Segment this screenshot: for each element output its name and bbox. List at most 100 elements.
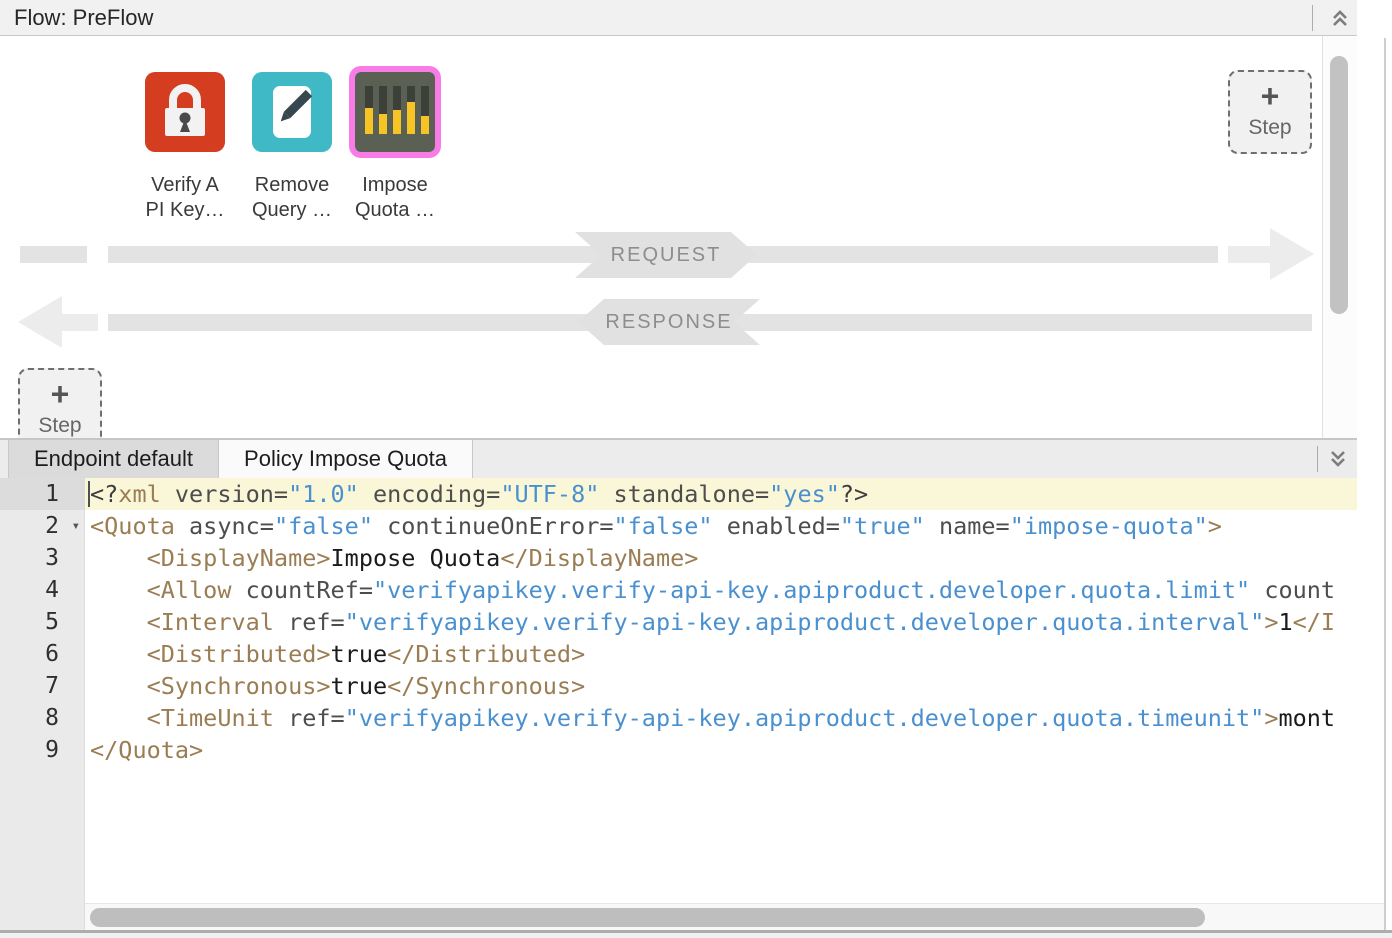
collapse-flow-panel-button[interactable]: [1328, 6, 1352, 30]
response-arrow-stem: [62, 314, 98, 331]
add-step-label: Step: [38, 414, 81, 438]
code-line[interactable]: 9</Quota>: [0, 734, 1357, 766]
quota-bars-icon: [355, 72, 435, 152]
add-step-label: Step: [1248, 116, 1291, 140]
code-line[interactable]: 8 <TimeUnit ref="verifyapikey.verify-api…: [0, 702, 1357, 734]
code-token: [90, 672, 147, 700]
code-line-content[interactable]: <TimeUnit ref="verifyapikey.verify-api-k…: [85, 702, 1357, 734]
code-token: <Synchronous>: [147, 672, 331, 700]
bottom-margin: [0, 933, 1392, 938]
code-token: count: [1250, 576, 1335, 604]
response-badge: RESPONSE: [578, 299, 760, 345]
policy-label-line: Query …: [252, 198, 332, 223]
code-token: <TimeUnit: [147, 704, 274, 732]
code-token: "verifyapikey.verify-api-key.apiproduct.…: [345, 608, 1265, 636]
code-token: countRef=: [231, 576, 372, 604]
tab-endpoint-default[interactable]: Endpoint default: [8, 440, 219, 478]
code-token: 1: [1278, 608, 1292, 636]
code-line[interactable]: 4 <Allow countRef="verifyapikey.verify-a…: [0, 574, 1357, 606]
code-line-content[interactable]: <Quota async="false" continueOnError="fa…: [85, 510, 1357, 542]
code-line-content[interactable]: <Allow countRef="verifyapikey.verify-api…: [85, 574, 1357, 606]
fold-toggle-icon[interactable]: ▾: [72, 510, 80, 542]
code-token: >: [1264, 704, 1278, 732]
chevrons-down-icon: [1326, 458, 1350, 475]
code-line[interactable]: 1<?xml version="1.0" encoding="UTF-8" st…: [0, 478, 1357, 510]
code-line[interactable]: 7 <Synchronous>true</Synchronous>: [0, 670, 1357, 702]
request-arrow-right-icon: [1270, 228, 1314, 280]
code-token: "yes": [769, 480, 840, 508]
code-token: standalone=: [599, 480, 769, 508]
editor-horizontal-scrollbar[interactable]: [85, 903, 1384, 930]
add-step-response-button[interactable]: + Step: [18, 368, 102, 440]
code-line-content[interactable]: <DisplayName>Impose Quota</DisplayName>: [85, 542, 1357, 574]
collapse-editor-panel-button[interactable]: [1326, 447, 1350, 471]
header-divider: [1312, 5, 1313, 31]
code-line[interactable]: 2▾<Quota async="false" continueOnError="…: [0, 510, 1357, 542]
flow-vertical-scrollbar[interactable]: [1322, 36, 1357, 440]
code-line[interactable]: 3 <DisplayName>Impose Quota</DisplayName…: [0, 542, 1357, 574]
policy-label: Remove Query …: [252, 173, 332, 223]
tab-bar-divider: [1317, 446, 1318, 472]
code-token: </Synchronous>: [387, 672, 585, 700]
code-line[interactable]: 6 <Distributed>true</Distributed>: [0, 638, 1357, 670]
policy-remove-query[interactable]: Remove Query …: [232, 72, 352, 223]
request-arrow-stem: [1228, 246, 1270, 263]
editor-tab-bar: Endpoint default Policy Impose Quota: [0, 440, 1357, 478]
right-panel-edge: [1384, 38, 1386, 930]
code-token: </Distributed>: [387, 640, 585, 668]
text-cursor: [88, 481, 90, 507]
code-token: continueOnError=: [373, 512, 614, 540]
code-token: [90, 640, 147, 668]
code-token: Impose Quota: [331, 544, 501, 572]
policy-verify-api-key[interactable]: Verify A PI Key…: [125, 72, 245, 223]
code-token: true: [331, 640, 388, 668]
flow-panel-header: Flow: PreFlow: [0, 0, 1357, 36]
code-token: <?: [90, 480, 118, 508]
line-number: 9: [0, 734, 85, 766]
code-token: [90, 608, 147, 636]
code-token: >: [1264, 608, 1278, 636]
editor-tabs: Endpoint default Policy Impose Quota: [0, 440, 1357, 478]
code-token: xml: [118, 480, 160, 508]
code-line-content[interactable]: <?xml version="1.0" encoding="UTF-8" sta…: [85, 478, 1357, 510]
add-step-request-button[interactable]: + Step: [1228, 70, 1312, 154]
code-token: ?>: [840, 480, 868, 508]
code-line[interactable]: 5 <Interval ref="verifyapikey.verify-api…: [0, 606, 1357, 638]
policy-impose-quota[interactable]: Impose Quota …: [335, 72, 455, 223]
flow-vertical-scrollbar-thumb[interactable]: [1330, 56, 1348, 314]
code-token: </Quota>: [90, 736, 203, 764]
code-token: "verifyapikey.verify-api-key.apiproduct.…: [345, 704, 1265, 732]
line-number: 8: [0, 702, 85, 734]
xml-code-editor[interactable]: 1 <?xml version="1.0" encoding="UTF-8" st…: [0, 478, 1392, 930]
code-line-content[interactable]: <Interval ref="verifyapikey.verify-api-k…: [85, 606, 1357, 638]
code-token: "impose-quota": [1010, 512, 1208, 540]
policy-label-line: PI Key…: [146, 198, 225, 223]
proxy-editor-screen: Flow: PreFlow Verify A PI Key…: [0, 0, 1392, 938]
line-number: 4: [0, 574, 85, 606]
policy-label: Impose Quota …: [355, 173, 435, 223]
request-badge: REQUEST: [575, 232, 757, 278]
line-number: 2▾: [0, 510, 85, 542]
code-token: <Allow: [147, 576, 232, 604]
editor-horizontal-scrollbar-thumb[interactable]: [90, 908, 1205, 927]
response-arrow-left-icon: [18, 296, 62, 348]
policy-label: Verify A PI Key…: [146, 173, 225, 223]
code-token: name=: [925, 512, 1010, 540]
code-token: enabled=: [713, 512, 840, 540]
line-number: 6: [0, 638, 85, 670]
code-token: true: [331, 672, 388, 700]
request-track-segment: [20, 246, 87, 263]
code-line-content[interactable]: </Quota>: [85, 734, 1357, 766]
code-lines: 1 <?xml version="1.0" encoding="UTF-8" st…: [0, 478, 1357, 903]
code-token: [90, 576, 147, 604]
code-token: encoding=: [359, 480, 500, 508]
code-token: </DisplayName>: [500, 544, 698, 572]
code-token: "UTF-8": [500, 480, 599, 508]
code-line-content[interactable]: <Distributed>true</Distributed>: [85, 638, 1357, 670]
code-token: </I: [1293, 608, 1335, 636]
code-token: [90, 704, 147, 732]
code-line-content[interactable]: <Synchronous>true</Synchronous>: [85, 670, 1357, 702]
code-token: "1.0": [288, 480, 359, 508]
tab-policy-impose-quota[interactable]: Policy Impose Quota: [219, 440, 473, 478]
code-token: <Quota: [90, 512, 175, 540]
